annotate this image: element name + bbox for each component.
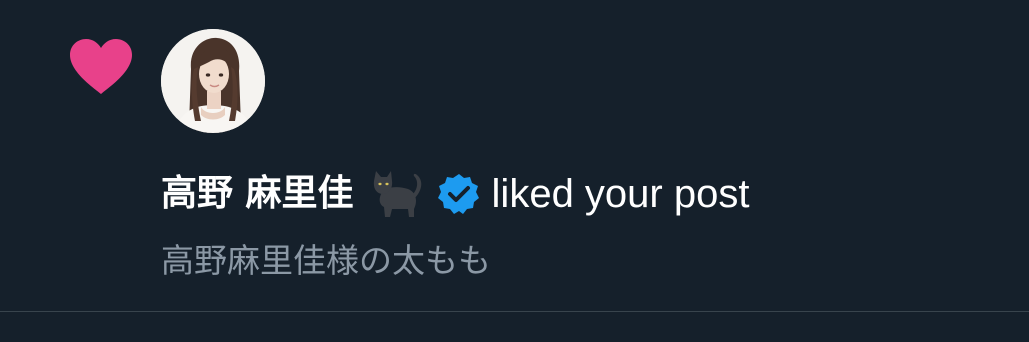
action-text: liked your post — [491, 172, 750, 216]
like-notification[interactable]: 高野 麻里佳 liked your post 高野麻里佳様の太もも — [0, 0, 1029, 311]
divider — [0, 311, 1029, 312]
profile-photo-icon — [161, 29, 265, 133]
avatar[interactable] — [161, 29, 265, 133]
user-name-link[interactable]: 高野 麻里佳 — [161, 168, 354, 220]
notification-headline: 高野 麻里佳 liked your post — [161, 168, 749, 220]
post-preview-text[interactable]: 高野麻里佳様の太もも — [161, 238, 491, 284]
verified-badge-icon — [437, 173, 480, 215]
heart-icon — [68, 38, 134, 96]
black-cat-icon — [370, 169, 426, 219]
